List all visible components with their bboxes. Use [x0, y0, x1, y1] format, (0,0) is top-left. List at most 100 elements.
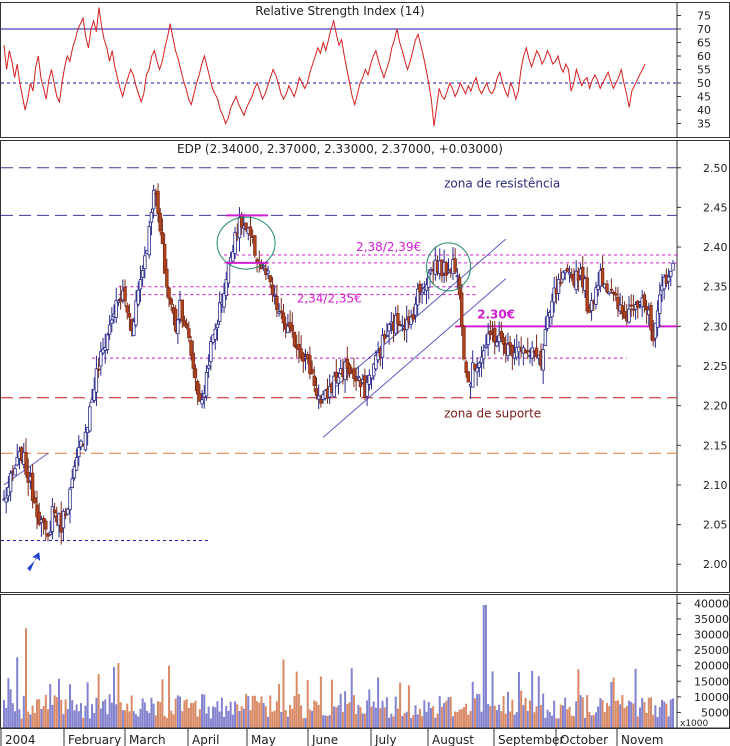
- volume-bar: [577, 669, 580, 728]
- volume-bar: [44, 694, 47, 728]
- price-candle: [77, 446, 81, 457]
- volume-bar: [559, 704, 562, 728]
- volume-bar: [458, 709, 461, 728]
- volume-bar: [608, 706, 611, 728]
- volume-bar: [102, 701, 105, 728]
- volume-bar: [258, 702, 261, 728]
- volume-bar: [293, 695, 296, 728]
- month-label: July: [374, 733, 397, 746]
- volume-bar: [544, 717, 547, 728]
- volume-bar: [146, 710, 149, 728]
- volume-bar: [557, 718, 560, 728]
- volume-bar: [174, 698, 177, 728]
- volume-bar: [99, 708, 102, 728]
- volume-bar: [275, 701, 278, 728]
- rsi-tick-label: 55: [697, 64, 711, 77]
- price-candle: [418, 284, 422, 293]
- volume-bar: [346, 703, 349, 728]
- month-label: June: [311, 733, 338, 746]
- volume-bar: [348, 702, 351, 728]
- price-candle: [107, 324, 112, 335]
- volume-bar: [502, 696, 505, 728]
- volume-bar: [93, 712, 96, 728]
- volume-bar: [141, 698, 144, 728]
- volume-bar: [537, 676, 540, 728]
- volume-bar: [62, 714, 65, 728]
- volume-bar: [249, 710, 252, 728]
- volume-bar: [495, 710, 498, 728]
- volume-bar: [643, 702, 646, 728]
- month-label: August: [432, 733, 474, 746]
- price-candle: [13, 468, 17, 476]
- volume-bar: [469, 710, 472, 728]
- volume-bar: [71, 699, 74, 728]
- price-candle: [275, 295, 279, 311]
- month-label: 2004: [5, 733, 36, 746]
- month-label: February: [68, 733, 121, 746]
- volume-bar: [161, 679, 164, 728]
- volume-bar: [3, 700, 5, 728]
- volume-bar: [374, 707, 377, 728]
- volume-bar: [632, 703, 635, 728]
- price-candle: [30, 472, 35, 501]
- volume-bar: [515, 711, 518, 728]
- volume-bar: [192, 703, 195, 728]
- price-candle: [396, 312, 400, 324]
- volume-bar: [619, 704, 622, 728]
- volume-bar: [324, 715, 327, 728]
- price-candle: [312, 375, 316, 387]
- volume-bar: [313, 700, 316, 728]
- volume-bar: [350, 668, 353, 728]
- volume-bar: [227, 710, 230, 728]
- price-candle: [255, 259, 259, 263]
- price-candle: [268, 275, 272, 283]
- volume-bar: [352, 695, 355, 728]
- volume-bar: [82, 717, 85, 728]
- volume-bar: [465, 703, 468, 728]
- rsi-tick-label: 35: [697, 118, 711, 131]
- price-tick-label: 2.00: [703, 558, 728, 571]
- volume-bar: [372, 701, 375, 728]
- price-tick-label: 2.50: [703, 162, 728, 175]
- price-candle: [455, 275, 460, 278]
- volume-bar: [630, 701, 633, 728]
- volume-bar: [443, 703, 446, 728]
- volume-bar: [132, 711, 135, 728]
- price-candle: [614, 293, 618, 296]
- volume-bar: [289, 704, 292, 728]
- volume-bar: [471, 681, 474, 728]
- volume-bar: [509, 711, 512, 728]
- volume-bar: [260, 696, 263, 728]
- price-candle: [136, 289, 140, 305]
- volume-bar: [647, 697, 650, 728]
- price-candle: [281, 312, 286, 324]
- volume-bar: [394, 696, 397, 728]
- price-candle: [24, 451, 28, 475]
- volume-bar: [86, 682, 89, 728]
- volume-bar: [383, 707, 386, 728]
- price-candle: [83, 431, 88, 451]
- volume-bar: [656, 717, 659, 728]
- volume-bar: [190, 702, 193, 728]
- volume-bar: [20, 718, 23, 728]
- price-candle: [477, 362, 482, 368]
- volume-bar: [401, 715, 404, 728]
- volume-bar: [42, 705, 45, 728]
- volume-bar: [267, 716, 270, 728]
- month-label: May: [251, 733, 276, 746]
- price-candle: [248, 226, 253, 236]
- volume-bar: [207, 706, 210, 728]
- price-candle: [319, 399, 323, 404]
- volume-bar: [504, 713, 507, 728]
- volume-bar: [586, 695, 589, 728]
- volume-bar: [172, 714, 175, 728]
- price-candle: [457, 277, 462, 296]
- volume-bar: [456, 712, 459, 728]
- price-candle: [279, 310, 283, 313]
- volume-bar: [130, 695, 133, 728]
- volume-bar: [667, 716, 670, 728]
- price-candle: [213, 328, 217, 340]
- volume-bar: [223, 716, 226, 728]
- volume-bar: [49, 683, 52, 728]
- price-candle: [310, 369, 314, 374]
